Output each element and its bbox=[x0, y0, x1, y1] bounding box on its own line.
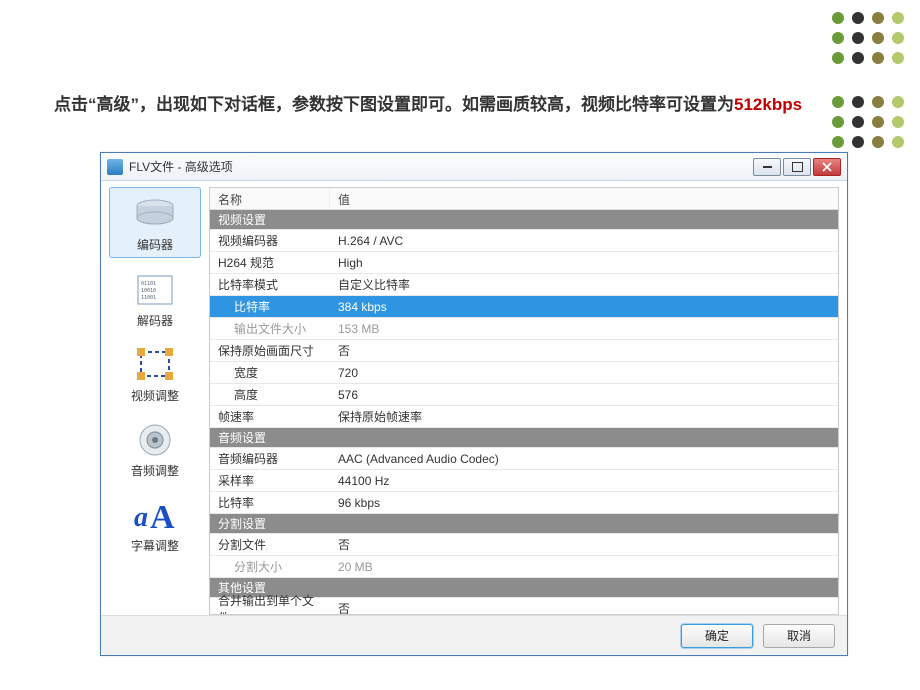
row-height[interactable]: 高度576 bbox=[210, 384, 838, 406]
row-audio-bitrate[interactable]: 比特率96 kbps bbox=[210, 492, 838, 514]
sidebar-item-label: 音频调整 bbox=[131, 462, 179, 479]
crop-icon bbox=[132, 347, 178, 383]
close-icon bbox=[822, 162, 832, 172]
decor-dots-bottom bbox=[832, 96, 906, 150]
sidebar-item-label: 编码器 bbox=[137, 236, 173, 253]
sidebar-item-encoder[interactable]: 编码器 bbox=[109, 187, 201, 258]
sidebar-item-label: 视频调整 bbox=[131, 387, 179, 404]
titlebar[interactable]: FLV文件 - 高级选项 bbox=[101, 153, 847, 181]
ok-button[interactable]: 确定 bbox=[681, 624, 753, 648]
svg-text:a: a bbox=[134, 502, 148, 532]
minimize-button[interactable] bbox=[753, 158, 781, 176]
decor-dots-top bbox=[832, 12, 906, 66]
row-keep-original-size[interactable]: 保持原始画面尺寸否 bbox=[210, 340, 838, 362]
app-icon bbox=[107, 159, 123, 175]
cancel-button[interactable]: 取消 bbox=[763, 624, 835, 648]
table-header: 名称 值 bbox=[210, 188, 838, 210]
sidebar-item-subtitle[interactable]: aA 字幕调整 bbox=[109, 489, 201, 558]
row-audio-encoder[interactable]: 音频编码器AAC (Advanced Audio Codec) bbox=[210, 448, 838, 470]
row-split-file[interactable]: 分割文件否 bbox=[210, 534, 838, 556]
section-audio: 音频设置 bbox=[210, 428, 838, 448]
svg-text:10010: 10010 bbox=[141, 288, 156, 294]
row-output-size[interactable]: 输出文件大小153 MB bbox=[210, 318, 838, 340]
sidebar-item-label: 解码器 bbox=[137, 312, 173, 329]
section-video: 视频设置 bbox=[210, 210, 838, 230]
sidebar: 编码器 011011001011001 解码器 视频调整 音频调整 bbox=[109, 187, 201, 615]
row-sample-rate[interactable]: 采样率44100 Hz bbox=[210, 470, 838, 492]
instruction-text: 点击“高级”，出现如下对话框，参数按下图设置即可。如需画质较高，视频比特率可设置… bbox=[54, 92, 810, 118]
svg-text:A: A bbox=[150, 499, 175, 532]
sidebar-item-audio-adjust[interactable]: 音频调整 bbox=[109, 414, 201, 483]
dialog-footer: 确定 取消 bbox=[101, 615, 847, 655]
row-width[interactable]: 宽度720 bbox=[210, 362, 838, 384]
section-split: 分割设置 bbox=[210, 514, 838, 534]
col-name: 名称 bbox=[210, 188, 330, 209]
svg-text:11001: 11001 bbox=[141, 295, 156, 301]
matrix-icon: 011011001011001 bbox=[132, 272, 178, 308]
window-title: FLV文件 - 高级选项 bbox=[129, 158, 233, 175]
svg-text:01101: 01101 bbox=[141, 281, 156, 287]
row-bitrate-mode[interactable]: 比特率模式自定义比特率 bbox=[210, 274, 838, 296]
speaker-icon bbox=[132, 422, 178, 458]
col-value: 值 bbox=[330, 188, 838, 209]
row-bitrate[interactable]: 比特率384 kbps bbox=[210, 296, 838, 318]
row-framerate[interactable]: 帧速率保持原始帧速率 bbox=[210, 406, 838, 428]
window-buttons bbox=[753, 158, 841, 176]
row-merge-output[interactable]: 合并输出到单个文件否 bbox=[210, 598, 838, 615]
row-split-size[interactable]: 分割大小20 MB bbox=[210, 556, 838, 578]
font-icon: aA bbox=[132, 497, 178, 533]
row-h264-profile[interactable]: H264 规范High bbox=[210, 252, 838, 274]
maximize-button[interactable] bbox=[783, 158, 811, 176]
advanced-options-dialog: FLV文件 - 高级选项 编码器 011011001011001 解码器 bbox=[100, 152, 848, 656]
row-video-encoder[interactable]: 视频编码器H.264 / AVC bbox=[210, 230, 838, 252]
settings-table: 名称 值 视频设置 视频编码器H.264 / AVC H264 规范High 比… bbox=[209, 187, 839, 615]
sidebar-item-decoder[interactable]: 011011001011001 解码器 bbox=[109, 264, 201, 333]
sidebar-item-label: 字幕调整 bbox=[131, 537, 179, 554]
close-button[interactable] bbox=[813, 158, 841, 176]
sidebar-item-video-adjust[interactable]: 视频调整 bbox=[109, 339, 201, 408]
disk-icon bbox=[132, 196, 178, 232]
